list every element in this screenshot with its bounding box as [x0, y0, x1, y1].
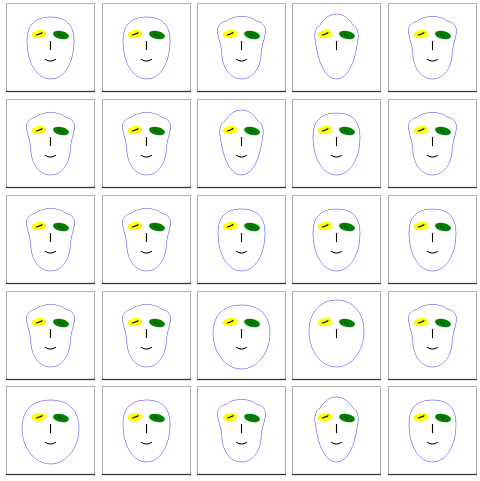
- face-grid: [0, 0, 480, 481]
- cartoon-face-icon: [388, 99, 477, 189]
- cartoon-face-icon: [102, 386, 191, 476]
- cartoon-face-icon: [102, 3, 191, 93]
- face-tile: [102, 291, 191, 381]
- cartoon-face-icon: [292, 291, 381, 381]
- face-tile: [197, 3, 286, 93]
- face-tile: [388, 195, 477, 285]
- cartoon-face-icon: [6, 291, 95, 381]
- face-tile: [197, 291, 286, 381]
- cartoon-face-icon: [6, 99, 95, 189]
- face-tile: [388, 3, 477, 93]
- face-tile: [6, 291, 95, 381]
- cartoon-face-icon: [102, 99, 191, 189]
- cartoon-face-icon: [388, 291, 477, 381]
- face-tile: [6, 195, 95, 285]
- face-tile: [388, 291, 477, 381]
- cartoon-face-icon: [102, 195, 191, 285]
- cartoon-face-icon: [292, 386, 381, 476]
- face-tile: [292, 99, 381, 189]
- face-tile: [388, 99, 477, 189]
- face-tile: [292, 195, 381, 285]
- face-tile: [197, 386, 286, 476]
- face-tile: [197, 195, 286, 285]
- face-tile: [102, 386, 191, 476]
- cartoon-face-icon: [197, 195, 286, 285]
- cartoon-face-icon: [388, 195, 477, 285]
- face-tile: [292, 291, 381, 381]
- face-tile: [6, 99, 95, 189]
- face-tile: [6, 3, 95, 93]
- face-tile: [292, 3, 381, 93]
- face-tile: [102, 3, 191, 93]
- cartoon-face-icon: [292, 99, 381, 189]
- cartoon-face-icon: [388, 3, 477, 93]
- cartoon-face-icon: [6, 3, 95, 93]
- face-tile: [102, 99, 191, 189]
- cartoon-face-icon: [292, 195, 381, 285]
- cartoon-face-icon: [197, 3, 286, 93]
- cartoon-face-icon: [197, 291, 286, 381]
- cartoon-face-icon: [6, 386, 95, 476]
- face-tile: [102, 195, 191, 285]
- cartoon-face-icon: [197, 386, 286, 476]
- cartoon-face-icon: [197, 99, 286, 189]
- face-tile: [6, 386, 95, 476]
- cartoon-face-icon: [6, 195, 95, 285]
- cartoon-face-icon: [102, 291, 191, 381]
- face-tile: [292, 386, 381, 476]
- cartoon-face-icon: [292, 3, 381, 93]
- cartoon-face-icon: [388, 386, 477, 476]
- face-tile: [388, 386, 477, 476]
- face-tile: [197, 99, 286, 189]
